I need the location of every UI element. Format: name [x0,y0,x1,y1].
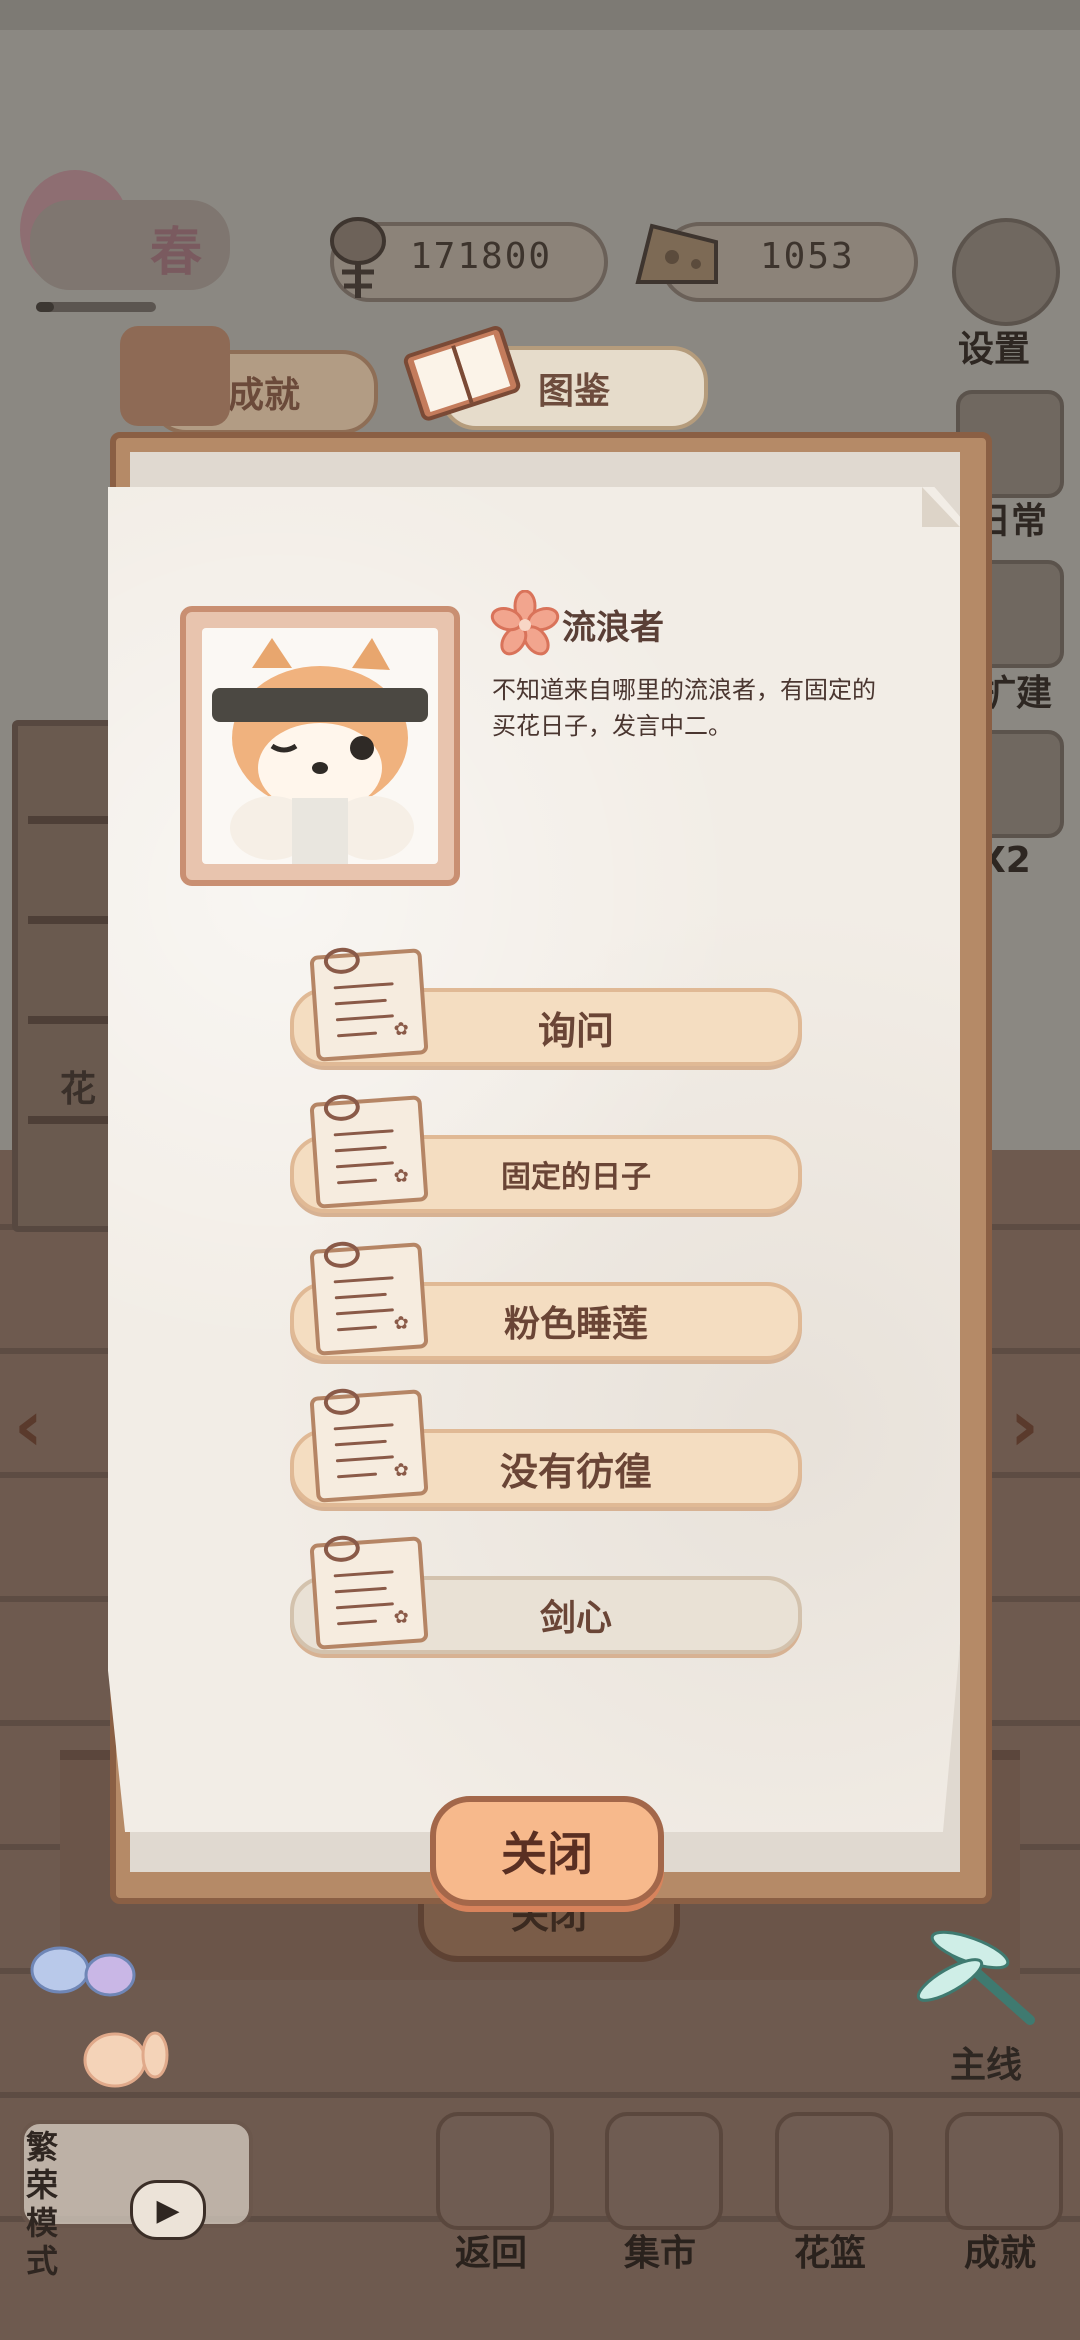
book-icon [398,318,528,428]
main-quest-label[interactable]: 主线 [950,2036,1022,2088]
character-portrait [202,628,438,864]
back-label[interactable]: 返回 [421,2224,561,2276]
note-paper-icon: ✿ [309,1387,429,1503]
option-sword-heart-label: 剑心 [539,1598,612,1639]
option-no-hesitation-label: 没有彷徨 [499,1449,652,1494]
achievements-bottom-label[interactable]: 成就 [930,2224,1070,2276]
settings-label[interactable]: 设置 [958,320,1030,372]
fishbone-icon [318,206,398,306]
option-pink-lotus-label: 粉色睡莲 [503,1304,648,1345]
butterfly-icon [20,1930,170,2110]
close-button[interactable]: 关闭 [430,1796,664,1906]
season-progress-bar [36,302,156,312]
note-paper-icon: ✿ [309,1093,429,1209]
option-fixed-day-label: 固定的日子 [501,1160,651,1195]
note-paper-icon: ✿ [309,1534,429,1650]
wall-trim [0,0,1080,30]
flower-basket-icon[interactable] [775,2112,893,2230]
season-label: 春 [150,223,203,283]
fish-count: 171800 [410,236,553,277]
left-arrow-icon[interactable]: ‹ [14,1385,43,1467]
option-ask-label: 询问 [537,1008,614,1053]
dragonfly-icon [910,1920,1060,2040]
back-door-icon[interactable] [436,2112,554,2230]
market-stall-icon[interactable] [605,2112,723,2230]
flower-icon [490,589,560,660]
prosperity-mode-label: 繁荣模式 [26,2128,59,2280]
trophy-achievements-icon[interactable] [945,2112,1063,2230]
right-arrow-icon[interactable]: › [1010,1385,1039,1467]
cheese-count: 1053 [760,236,855,277]
gear-icon[interactable] [952,218,1060,326]
character-portrait-frame [180,606,460,886]
play-icon[interactable]: ▶ [130,2180,206,2240]
cheese-icon [632,212,722,292]
basket-label[interactable]: 花篮 [760,2224,900,2276]
shelf-sign: 花 [60,1069,97,1110]
character-name: 流浪者 [562,608,664,648]
character-description: 不知道来自哪里的流浪者，有固定的买花日子，发言中二。 [492,676,876,740]
shiba-wanderer-icon [212,638,428,864]
note-paper-icon: ✿ [309,1240,429,1356]
market-label[interactable]: 集市 [590,2224,730,2276]
season-progress-fill [36,302,54,312]
trophy-icon [120,326,230,426]
note-paper-icon: ✿ [309,946,429,1062]
